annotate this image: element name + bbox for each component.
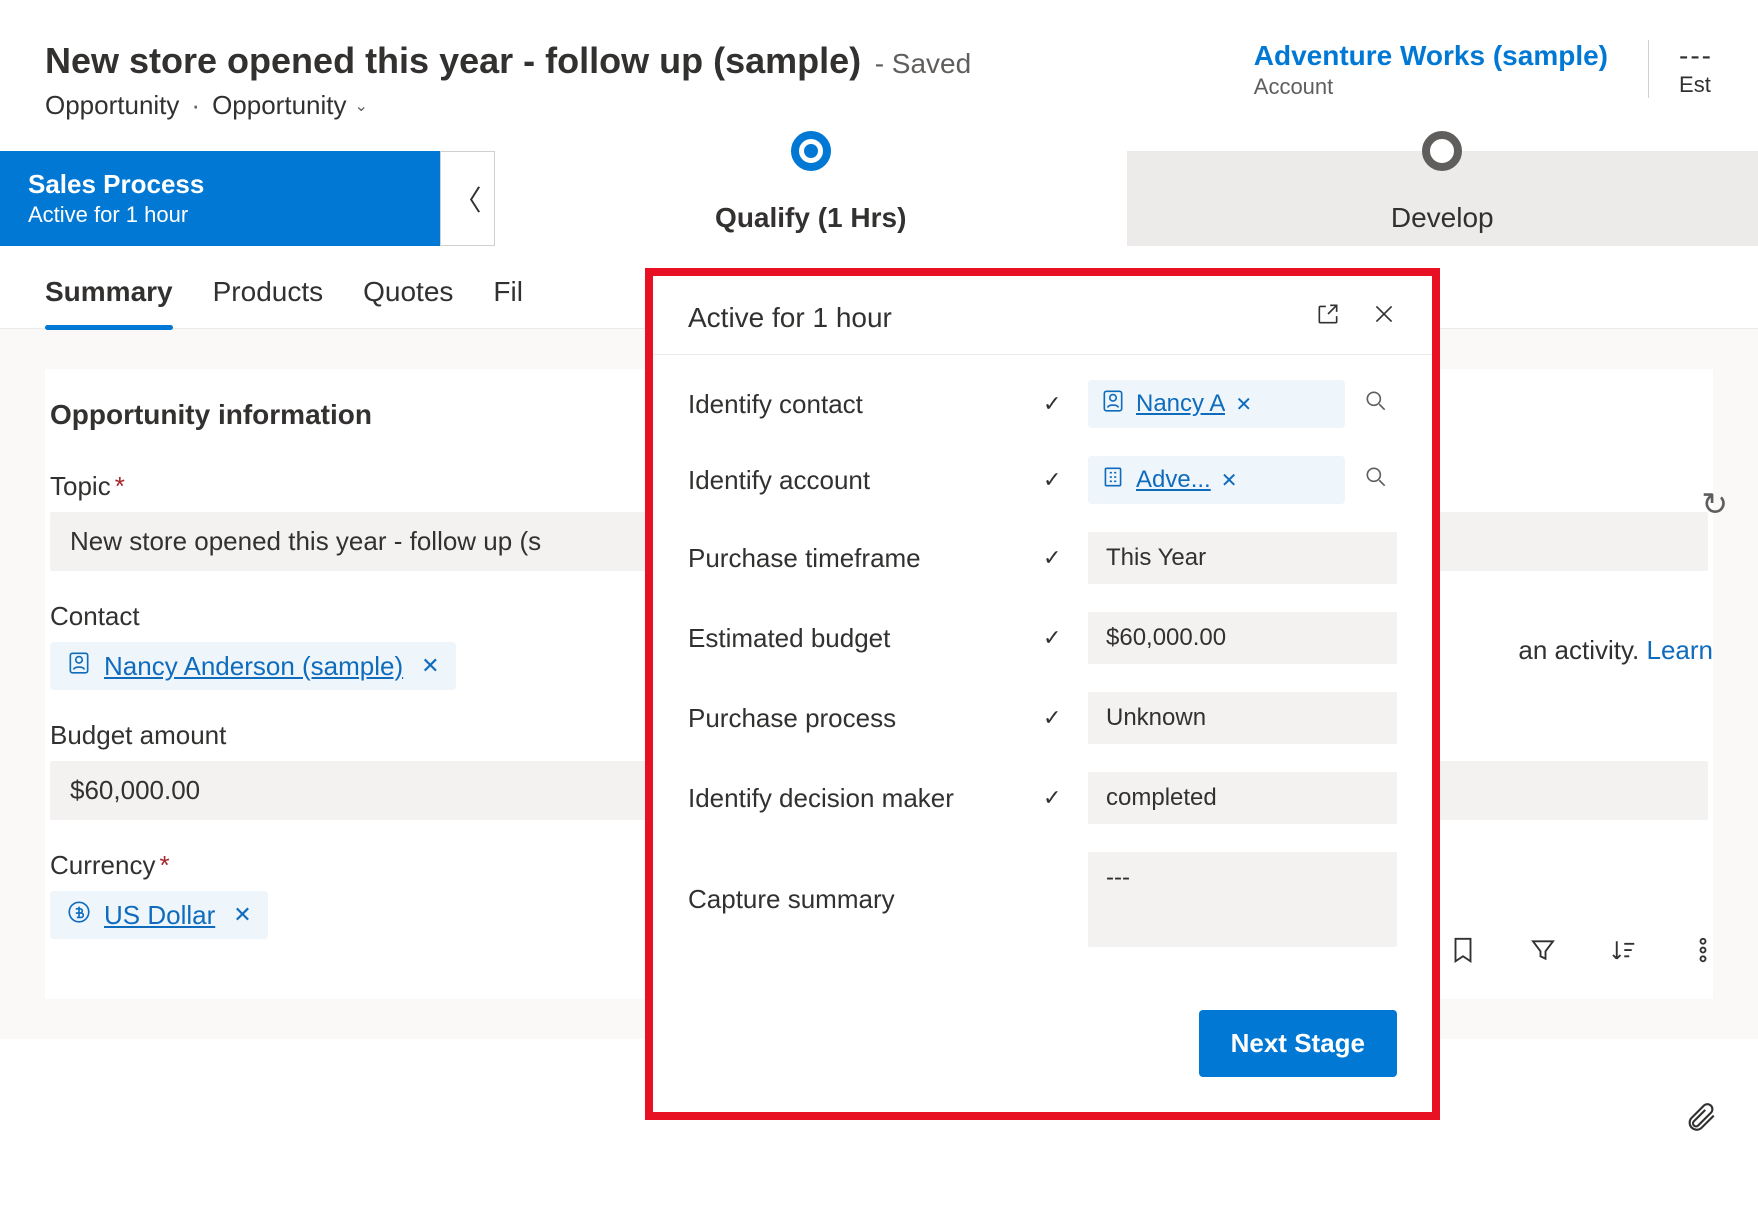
check-icon: ✓ [1043,545,1073,571]
check-icon: ✓ [1043,785,1073,811]
close-icon[interactable] [1371,301,1397,334]
bpf-stages: Qualify (1 Hrs) Develop [495,151,1758,246]
form-name: Opportunity [212,90,346,121]
tab-quotes[interactable]: Quotes [363,276,453,328]
entity-name: Opportunity [45,90,179,121]
more-icon[interactable] [1688,935,1718,973]
page-title: New store opened this year - follow up (… [45,40,861,81]
currency-lookup-chip[interactable]: US Dollar ✕ [50,891,268,939]
chevron-down-icon: ⌄ [354,96,367,116]
saved-status: - Saved [875,48,972,79]
est-label: Est [1679,72,1713,98]
account-label: Account [1254,74,1608,100]
tab-files[interactable]: Fil [493,276,523,328]
flyout-row-timeframe: Purchase timeframe ✓ This Year [688,532,1397,584]
remove-currency-icon[interactable]: ✕ [233,902,251,928]
contact-lookup-chip[interactable]: Nancy Anderson (sample) ✕ [50,642,456,690]
bpf-process-status: Active for 1 hour [28,202,412,228]
header-account-block: Adventure Works (sample) Account [1254,40,1608,100]
flyout-row-process: Purchase process ✓ Unknown [688,692,1397,744]
search-icon[interactable] [1355,464,1397,496]
search-icon[interactable] [1355,388,1397,420]
flyout-summary-label: Capture summary [688,884,1028,915]
stage-label: Qualify (1 Hrs) [715,202,906,234]
flyout-header: Active for 1 hour [653,276,1432,355]
bpf-process-name: Sales Process [28,169,412,200]
flyout-actions [1315,301,1397,334]
flyout-decision-value[interactable]: completed [1088,772,1397,824]
header-est-block: --- Est [1648,40,1713,98]
activity-hint: an activity. Learn [1518,635,1713,666]
stage-inactive-circle-icon [1422,131,1462,171]
remove-icon[interactable]: ✕ [1221,468,1238,493]
flyout-budget-label: Estimated budget [688,623,1028,654]
timeline-toolbar [1448,935,1718,973]
remove-contact-icon[interactable]: ✕ [421,653,439,679]
breadcrumb: Opportunity · Opportunity ⌄ [45,90,1254,121]
flyout-row-contact: Identify contact ✓ Nancy A ✕ [688,380,1397,428]
flyout-title: Active for 1 hour [688,302,892,334]
check-icon: ✓ [1043,705,1073,731]
chevron-left-icon: 〈 [453,179,481,219]
flyout-account-lookup[interactable]: Adve... ✕ [1088,456,1397,504]
next-stage-button[interactable]: Next Stage [1199,1010,1397,1077]
bpf-bar: Sales Process Active for 1 hour 〈 Qualif… [0,151,1758,246]
flyout-body: Identify contact ✓ Nancy A ✕ Identify ac… [653,355,1432,990]
currency-link[interactable]: US Dollar [104,900,215,931]
flyout-budget-value[interactable]: $60,000.00 [1088,612,1397,664]
learn-link[interactable]: Learn [1647,635,1714,665]
flyout-row-account: Identify account ✓ Adve... ✕ [688,456,1397,504]
stage-flyout: Active for 1 hour Identify contact ✓ Nan… [645,268,1440,1120]
bpf-stage-develop[interactable]: Develop [1127,151,1758,246]
bpf-collapse-button[interactable]: 〈 [440,151,495,246]
contact-icon [66,650,92,682]
header-right: Adventure Works (sample) Account --- Est [1254,40,1713,100]
check-icon: ✓ [1043,391,1073,417]
flyout-row-budget: Estimated budget ✓ $60,000.00 [688,612,1397,664]
popout-icon[interactable] [1315,301,1341,334]
est-dash: --- [1679,40,1713,72]
tab-summary[interactable]: Summary [45,276,173,328]
check-icon: ✓ [1043,625,1073,651]
flyout-timeframe-value[interactable]: This Year [1088,532,1397,584]
flyout-row-summary: Capture summary --- [688,852,1397,947]
form-selector[interactable]: Opportunity ⌄ [212,90,368,121]
bookmark-icon[interactable] [1448,935,1478,973]
bpf-stage-qualify[interactable]: Qualify (1 Hrs) [495,151,1127,246]
currency-icon [66,899,92,931]
flyout-process-value[interactable]: Unknown [1088,692,1397,744]
record-header: New store opened this year - follow up (… [0,0,1758,131]
attachment-icon[interactable] [1684,1100,1718,1143]
tab-products[interactable]: Products [213,276,324,328]
flyout-account-link[interactable]: Adve... [1136,466,1211,494]
flyout-contact-link[interactable]: Nancy A [1136,390,1225,418]
contact-link[interactable]: Nancy Anderson (sample) [104,651,403,682]
flyout-process-label: Purchase process [688,703,1028,734]
flyout-contact-lookup[interactable]: Nancy A ✕ [1088,380,1397,428]
header-left: New store opened this year - follow up (… [45,40,1254,121]
account-icon [1100,464,1126,496]
required-marker: * [115,471,125,501]
flyout-summary-value[interactable]: --- [1088,852,1397,947]
flyout-decision-label: Identify decision maker [688,783,1028,814]
bpf-process[interactable]: Sales Process Active for 1 hour [0,151,440,246]
check-icon: ✓ [1043,467,1073,493]
flyout-timeframe-label: Purchase timeframe [688,543,1028,574]
flyout-row-decision: Identify decision maker ✓ completed [688,772,1397,824]
required-marker: * [159,850,169,880]
flyout-contact-label: Identify contact [688,389,1028,420]
stage-active-circle-icon [791,131,831,171]
stage-label: Develop [1391,202,1494,234]
breadcrumb-separator: · [191,90,200,121]
remove-icon[interactable]: ✕ [1235,392,1252,417]
contact-icon [1100,388,1126,420]
flyout-footer: Next Stage [653,990,1432,1112]
account-link[interactable]: Adventure Works (sample) [1254,40,1608,71]
flyout-account-label: Identify account [688,465,1028,496]
sort-icon[interactable] [1608,935,1638,973]
refresh-icon[interactable]: ↻ [1701,485,1728,523]
filter-icon[interactable] [1528,935,1558,973]
